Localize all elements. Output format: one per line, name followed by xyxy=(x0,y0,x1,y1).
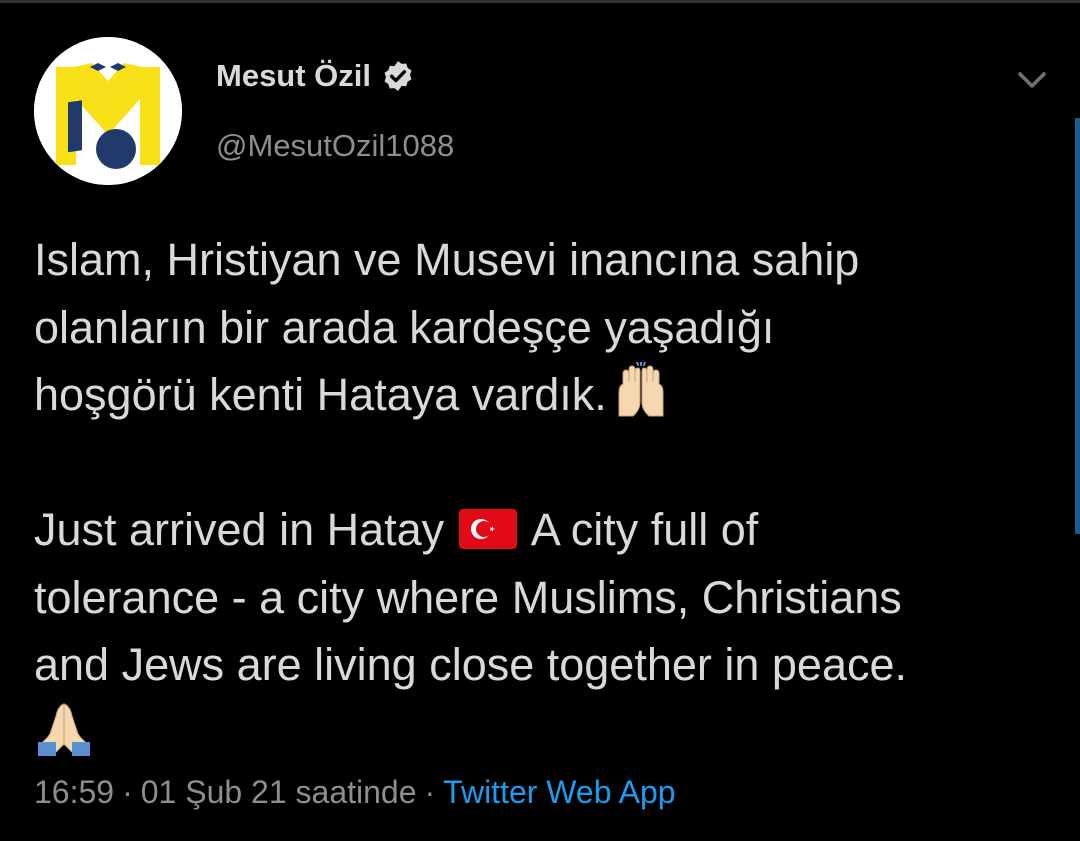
tweet-text-line: Just arrived in Hatay A city full of xyxy=(34,496,1054,564)
author-name-text: Mesut Özil xyxy=(216,58,372,93)
tweet-time[interactable]: 16:59 xyxy=(34,774,114,810)
tweet-metadata: 16:59 · 01 Şub 21 saatinde · Twitter Web App xyxy=(34,774,676,811)
tweet-text-line: tolerance - a city where Muslims, Christ… xyxy=(34,571,902,623)
raising-hands-emoji-icon xyxy=(611,362,671,418)
top-divider xyxy=(0,0,1080,3)
tweet-text-line: and Jews are living close together in pe… xyxy=(34,639,908,690)
more-options-button[interactable] xyxy=(1014,62,1050,98)
tweet-text-segment: hoşgörü kenti Hataya vardık. xyxy=(34,369,607,420)
meta-separator: · xyxy=(424,774,436,810)
tweet-text-line: Islam, Hristiyan ve Musevi inancına sahi… xyxy=(34,234,860,285)
avatar[interactable] xyxy=(34,37,182,185)
m10-logo-icon xyxy=(34,37,182,185)
tweet-text-line xyxy=(34,699,1054,767)
tweet-text-line: olanların bir arada kardeşçe yaşadığı xyxy=(34,301,775,353)
tweet-text-segment: Just arrived in Hatay xyxy=(34,504,445,555)
folded-hands-icon xyxy=(34,700,94,756)
tweet-text-line: hoşgörü kenti Hataya vardık. xyxy=(34,361,1054,429)
chevron-down-icon xyxy=(1018,72,1046,88)
tweet-date[interactable]: 01 Şub 21 saatinde xyxy=(141,774,417,810)
tweet-text: Islam, Hristiyan ve Musevi inancına sahi… xyxy=(34,226,1054,766)
meta-separator: · xyxy=(122,774,133,810)
scrollbar[interactable] xyxy=(1075,118,1080,534)
turkey-flag-icon xyxy=(458,509,517,549)
tweet-text-segment: A city full of xyxy=(530,504,759,555)
verified-badge-icon xyxy=(381,59,415,93)
author-name[interactable]: Mesut Özil xyxy=(216,58,415,94)
tweet-source-link[interactable]: Twitter Web App xyxy=(443,774,675,810)
author-handle[interactable]: @MesutOzil1088 xyxy=(216,128,454,164)
